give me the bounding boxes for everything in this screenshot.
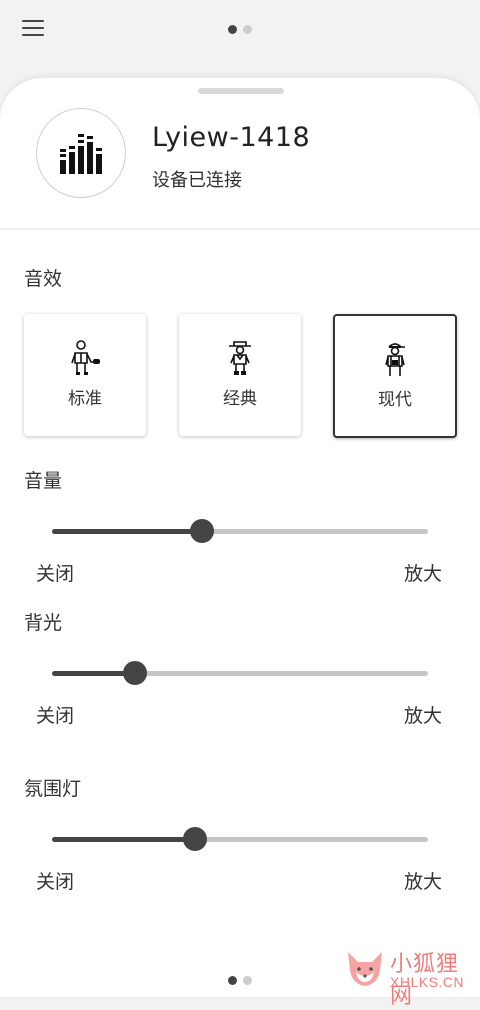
backlight-slider-thumb[interactable] <box>122 661 147 685</box>
volume-min-label: 关闭 <box>36 563 75 585</box>
worker-with-cap-icon <box>385 343 405 376</box>
page-indicator-top <box>228 25 252 34</box>
ambient-light-max-label: 放大 <box>404 871 443 893</box>
volume-slider-fill <box>52 529 203 534</box>
page-dot-2[interactable] <box>243 25 252 34</box>
preset-modern-button[interactable]: 现代 <box>333 314 457 438</box>
page-indicator-bottom <box>228 976 252 985</box>
equalizer-icon <box>60 134 102 174</box>
divider <box>0 228 480 230</box>
page-dot-1[interactable] <box>228 25 237 34</box>
volume-title: 音量 <box>24 470 63 492</box>
volume-slider[interactable] <box>52 517 428 545</box>
device-control-sheet: Lyiew-1418 设备已连接 音效 标准 经典 现代 音量 关闭 放大 背光… <box>0 78 480 997</box>
device-connection-status: 设备已连接 <box>152 170 242 191</box>
preset-standard-button[interactable]: 标准 <box>24 314 146 436</box>
hamburger-menu-icon[interactable] <box>22 20 44 38</box>
ambient-light-slider[interactable] <box>52 825 428 853</box>
watermark-subtitle: XHLKS.CN <box>390 974 465 990</box>
top-bar <box>0 0 480 60</box>
watermark: 小狐狸网 XHLKS.CN <box>340 944 480 1009</box>
sheet-drag-handle[interactable] <box>198 88 284 94</box>
sound-effect-title: 音效 <box>24 268 63 290</box>
volume-slider-thumb[interactable] <box>190 519 215 543</box>
backlight-max-label: 放大 <box>404 705 443 727</box>
singer-with-microphone-icon <box>71 340 100 375</box>
preset-standard-label: 标准 <box>68 389 102 409</box>
cowboy-icon <box>229 341 251 375</box>
volume-max-label: 放大 <box>404 563 443 585</box>
backlight-slider[interactable] <box>52 659 428 687</box>
ambient-light-title: 氛围灯 <box>24 778 82 800</box>
preset-classic-button[interactable]: 经典 <box>179 314 301 436</box>
page-dot-2[interactable] <box>243 976 252 985</box>
fox-logo-icon <box>348 952 382 986</box>
preset-modern-label: 现代 <box>378 390 412 410</box>
page-dot-1[interactable] <box>228 976 237 985</box>
preset-classic-label: 经典 <box>223 389 257 409</box>
backlight-title: 背光 <box>24 612 63 634</box>
device-name: Lyiew-1418 <box>152 122 311 153</box>
ambient-light-slider-fill <box>52 837 195 842</box>
device-avatar <box>36 108 126 198</box>
backlight-min-label: 关闭 <box>36 705 75 727</box>
ambient-light-min-label: 关闭 <box>36 871 75 893</box>
ambient-light-slider-thumb[interactable] <box>182 827 207 851</box>
